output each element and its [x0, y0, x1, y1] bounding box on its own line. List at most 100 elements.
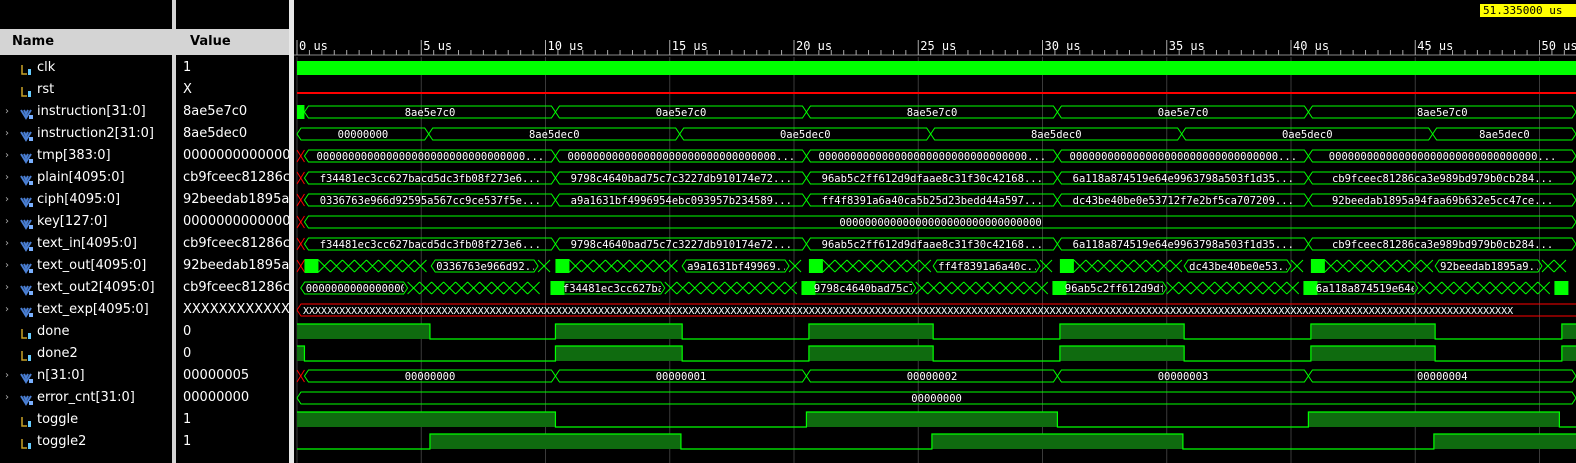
signal-row[interactable]: › text_out2[4095:0]: [0, 277, 172, 299]
signal-row[interactable]: rst: [0, 79, 172, 101]
waveform-row[interactable]: [297, 411, 1576, 428]
bus-value-label: 0ae5dec0: [780, 129, 831, 141]
signal-value-row[interactable]: X: [176, 79, 289, 101]
signal-name: done2: [37, 346, 78, 361]
chevron-right-icon[interactable]: ›: [5, 277, 15, 299]
signal-row[interactable]: done2: [0, 343, 172, 365]
bus-busy-block: [297, 105, 305, 119]
waveform-canvas[interactable]: 0 us 5 us 10 us 15 us 20 us 25 us 30 us 35 us 40…: [294, 0, 1576, 463]
unknown-transition: [296, 369, 305, 383]
signal-row[interactable]: › key[127:0]: [0, 211, 172, 233]
cursor-time-label: 51.335000 us: [1483, 4, 1562, 17]
signal-row[interactable]: clk: [0, 57, 172, 79]
signal-value-row[interactable]: 0: [176, 321, 289, 343]
bit-high-fill: [429, 434, 681, 449]
waveform-row[interactable]: 00000000: [296, 391, 1576, 405]
signal-name: key[127:0]: [37, 214, 108, 229]
ruler-label: 15 us: [672, 39, 708, 53]
waveform-row[interactable]: 0336763e966d92... a9a1631bf49969... ff4f83…: [296, 259, 1567, 273]
bit-high-fill: [1310, 346, 1436, 361]
bus-value-label: 8ae5e7c0: [405, 107, 456, 119]
waveform-row[interactable]: 0336763e966d92595a567cc9ce537f5e... a9a16…: [296, 193, 1576, 207]
waveform-row[interactable]: [297, 61, 1576, 75]
chevron-right-icon[interactable]: ›: [5, 255, 15, 277]
waveform-row[interactable]: 00000000000000000... f34481ec3cc627ba... 9…: [300, 281, 1569, 295]
signal-value-row[interactable]: 8ae5dec0: [176, 123, 289, 145]
chevron-right-icon[interactable]: ›: [5, 233, 15, 255]
signal-value: 8ae5dec0: [183, 126, 248, 141]
signal-value-row[interactable]: 0000000000000000: [176, 145, 289, 167]
signal-value-row[interactable]: 92beedab1895a94fa: [176, 189, 289, 211]
name-column-header[interactable]: Name: [0, 29, 172, 55]
signal-row[interactable]: › plain[4095:0]: [0, 167, 172, 189]
bus-value-label: 9798c4640bad75c7c3227db910174e72...: [571, 239, 792, 251]
signal-row[interactable]: › text_in[4095:0]: [0, 233, 172, 255]
bus-value-label: dc43be40be0e53...: [1189, 261, 1296, 273]
signal-name: ciph[4095:0]: [37, 192, 121, 207]
waveform-row[interactable]: XXXXXXXXXXXXXXXXXXXXXXXXXXXXXXXXXXXXXXXX…: [296, 303, 1576, 317]
value-column-header[interactable]: Value: [176, 29, 289, 55]
signal-row[interactable]: done: [0, 321, 172, 343]
waveform-row[interactable]: 000000000000000000000000000000000... 0000…: [296, 149, 1576, 163]
signal-value-row[interactable]: XXXXXXXXXXXXXXXXXX: [176, 299, 289, 321]
signal-value-row[interactable]: 00000000: [176, 387, 289, 409]
chevron-right-icon[interactable]: ›: [5, 145, 15, 167]
waveform-row[interactable]: f34481ec3cc627bacd5dc3fb08f273e6... 9798c…: [296, 171, 1576, 185]
signal-row[interactable]: › instruction2[31:0]: [0, 123, 172, 145]
signal-row[interactable]: › text_exp[4095:0]: [0, 299, 172, 321]
signal-value-row[interactable]: cb9fceec81286ca3e: [176, 277, 289, 299]
signal-name: tmp[383:0]: [37, 148, 111, 163]
signal-value: cb9fceec81286ca3e: [183, 280, 289, 295]
chevron-right-icon[interactable]: ›: [5, 167, 15, 189]
bus-value-label: 000000000000000000000000000000000...: [317, 151, 545, 163]
signal-row[interactable]: › ciph[4095:0]: [0, 189, 172, 211]
signal-row[interactable]: › error_cnt[31:0]: [0, 387, 172, 409]
unknown-transition: [296, 215, 305, 229]
chevron-right-icon[interactable]: ›: [5, 387, 15, 409]
signal-row[interactable]: toggle2: [0, 431, 172, 453]
waveform-row[interactable]: 00000000 00000001 00000002 00000003 00000004: [296, 369, 1576, 383]
chevron-right-icon[interactable]: ›: [5, 211, 15, 233]
signal-value: 1: [183, 60, 192, 75]
signal-value-row[interactable]: 0000000000000000: [176, 211, 289, 233]
signal-value-row[interactable]: 1: [176, 57, 289, 79]
chevron-right-icon[interactable]: ›: [5, 123, 15, 145]
waveform-row[interactable]: 00000000 8ae5dec0 0ae5dec0 8ae5dec0 0ae5dec0…: [296, 127, 1576, 141]
chevron-right-icon[interactable]: ›: [5, 189, 15, 211]
signal-value-row[interactable]: 0: [176, 343, 289, 365]
chevron-right-icon[interactable]: ›: [5, 299, 15, 321]
chevron-right-icon[interactable]: ›: [5, 101, 15, 123]
waveform-row[interactable]: 8ae5e7c0 0ae5e7c0 8ae5e7c0 0ae5e7c0 8ae5e7c0: [297, 105, 1576, 119]
cursor-marker[interactable]: 51.335000 us: [1480, 4, 1576, 17]
bit-signal-icon: [20, 436, 34, 449]
waveform-row[interactable]: [297, 323, 1576, 340]
values-panel: Value 1X8ae5e7c08ae5dec00000000000000000…: [176, 0, 289, 463]
waveform-row[interactable]: [297, 433, 1576, 450]
waveform-row[interactable]: f34481ec3cc627bacd5dc3fb08f273e6... 9798c…: [296, 237, 1576, 251]
signal-row[interactable]: › tmp[383:0]: [0, 145, 172, 167]
signal-value-row[interactable]: 1: [176, 431, 289, 453]
bus-value-label: 00000000: [911, 393, 962, 405]
signal-value: 00000005: [183, 368, 250, 383]
signal-value-row[interactable]: 00000005: [176, 365, 289, 387]
waveform-row[interactable]: 00000000000000000000000000000000: [296, 215, 1576, 229]
signal-value-row[interactable]: 8ae5e7c0: [176, 101, 289, 123]
signal-value-row[interactable]: 1: [176, 409, 289, 431]
signal-row[interactable]: › instruction[31:0]: [0, 101, 172, 123]
ruler-label: 45 us: [1417, 39, 1453, 53]
signal-row[interactable]: toggle: [0, 409, 172, 431]
bit-high-fill: [555, 324, 683, 339]
bus-value-label: 6a118a874519e64e9963798a503f1d35...: [1073, 173, 1294, 185]
name-header-label: Name: [12, 34, 55, 49]
signal-name: toggle2: [37, 434, 87, 449]
signal-value-row[interactable]: 92beedab1895a94fa: [176, 255, 289, 277]
signal-value-row[interactable]: cb9fceec81286ca3e: [176, 167, 289, 189]
bus-transition-cluster: [318, 259, 427, 273]
chevron-right-icon[interactable]: ›: [5, 365, 15, 387]
signal-row[interactable]: › text_out[4095:0]: [0, 255, 172, 277]
signal-value: 1: [183, 434, 192, 449]
waveform-row[interactable]: [297, 345, 1576, 362]
signal-row[interactable]: › n[31:0]: [0, 365, 172, 387]
signal-value-row[interactable]: cb9fceec81286ca3e: [176, 233, 289, 255]
bus-value-label: cb9fceec81286ca3e989bd979b0cb284...: [1332, 173, 1553, 185]
